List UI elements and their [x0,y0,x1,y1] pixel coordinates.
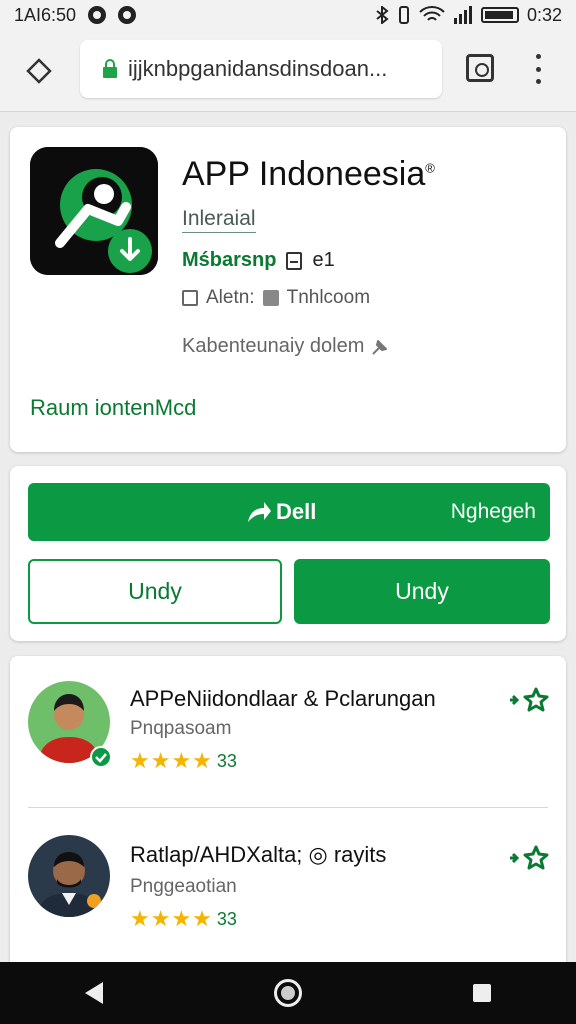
star-rating-icon: ★★★★ [130,748,213,773]
browser-toolbar: ijjknbpganidansdinsdoan... [0,30,576,112]
avatar [28,835,110,917]
home-icon[interactable] [26,58,52,84]
developer-count: e1 [312,249,335,271]
status-bar: 1AI6:50 0:32 [0,0,576,30]
rating-icon [182,290,198,306]
app-info-card: APP Indoneesia® Inleraial Mśbarsnp e1 Al… [10,127,566,452]
actions-card: Dell Nghegeh Undy Undy [10,466,566,641]
tabs-icon[interactable] [466,54,494,82]
url-text: ijjknbpganidansdinsdoan... [128,56,388,81]
vibrate-icon [398,6,409,24]
review-subtitle: Pnqpasoam [130,718,232,739]
bluetooth-icon [376,6,389,24]
primary-secondary-text: Nghegeh [450,500,536,523]
review-subtitle: Pnggeaotian [130,876,237,897]
notification-icon [88,6,107,24]
review-rating: ★★★★ 33 [130,748,237,774]
favorite-star-icon[interactable] [508,844,550,872]
reviews-card: APPeNiidondlaar & Pclarungan Pnqpasoam ★… [10,656,566,976]
review-rating: ★★★★ 33 [130,906,237,932]
status-time: 1AI6:50 [14,4,77,25]
developer-link[interactable]: Mśbarsnp e1 [182,249,335,272]
back-icon[interactable] [85,982,104,1004]
notification-icon-2 [118,6,137,24]
review-item[interactable]: APPeNiidondlaar & Pclarungan Pnqpasoam ★… [10,656,566,808]
app-meta: Aletn: Tnhlcoom [182,287,370,309]
review-name: Ratlap/AHDXalta; ◎ rayits [130,842,387,867]
developer-name: Mśbarsnp [182,249,277,271]
pin-icon [372,339,388,355]
app-title: APP Indoneesia® [182,155,435,193]
system-nav-bar [0,962,576,1024]
app-description: Kabenteunaiy dolem [182,335,390,358]
fill-button[interactable]: Undy [294,559,550,624]
outline-button[interactable]: Undy [28,559,282,624]
image-icon [262,290,279,306]
description-text: Kabenteunaiy dolem [182,335,365,357]
wifi-icon [419,6,445,21]
primary-download-button[interactable]: Dell Nghegeh [28,483,550,541]
home-circle-icon[interactable] [273,979,302,1007]
star-rating-icon: ★★★★ [130,906,213,931]
registered-mark: ® [425,160,435,176]
battery-icon [480,7,519,23]
review-name: APPeNiidondlaar & Pclarungan [130,686,436,711]
signal-icon [453,6,472,24]
favorite-star-icon[interactable] [508,686,550,714]
url-bar[interactable]: ijjknbpganidansdinsdoan... [80,40,442,98]
meta-label: Aletn: [206,287,255,308]
verified-icon [90,746,112,768]
app-category-link[interactable]: Inleraial [182,207,256,233]
lock-icon [103,59,117,78]
review-item[interactable]: Ratlap/AHDXalta; ◎ rayits Pnggeaotian ★★… [10,814,566,964]
status-clock: 0:32 [526,4,562,25]
divider [28,807,548,808]
app-more-link[interactable]: Raum iontenMcd [30,395,196,421]
badge-icon [286,251,303,270]
primary-label: Dell [276,499,317,524]
overflow-menu-icon[interactable] [534,54,542,84]
meta-value: Tnhlcoom [286,287,371,308]
app-logo-icon [30,147,158,275]
rating-count: 33 [216,908,237,929]
share-icon [248,502,271,522]
recents-icon[interactable] [472,984,491,1002]
rating-count: 33 [216,750,237,771]
